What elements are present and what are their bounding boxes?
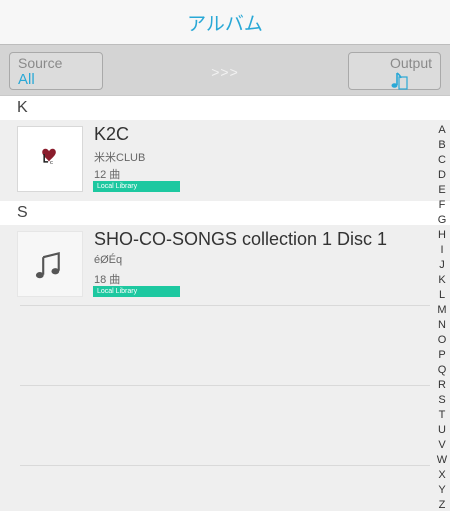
index-letter-n[interactable]: N — [434, 318, 450, 333]
section-letter: K — [17, 99, 28, 116]
album-row[interactable]: c K2C 米米CLUB 12 曲 Local Library — [0, 120, 430, 200]
album-artist: éØÉq — [94, 254, 123, 266]
index-letter-m[interactable]: M — [434, 303, 450, 318]
k2c-heart-logo-icon: c — [42, 148, 56, 166]
album-artist: 米米CLUB — [94, 152, 146, 164]
album-artwork: c — [17, 126, 83, 192]
index-letter-o[interactable]: O — [434, 333, 450, 348]
index-letter-q[interactable]: Q — [434, 363, 450, 378]
index-letter-t[interactable]: T — [434, 408, 450, 423]
section-index-bar[interactable]: A B C D E F G H I J K L M N O P Q R S T … — [434, 123, 450, 511]
music-note-icon — [35, 251, 60, 279]
section-header-k: K — [0, 96, 450, 120]
index-letter-h[interactable]: H — [434, 228, 450, 243]
index-letter-s[interactable]: S — [434, 393, 450, 408]
index-letter-p[interactable]: P — [434, 348, 450, 363]
index-letter-e[interactable]: E — [434, 183, 450, 198]
index-letter-r[interactable]: R — [434, 378, 450, 393]
album-row[interactable]: SHO-CO-SONGS collection 1 Disc 1 éØÉq 18… — [0, 225, 430, 305]
index-letter-y[interactable]: Y — [434, 483, 450, 498]
section-letter: S — [17, 204, 28, 221]
album-title: K2C — [94, 124, 130, 144]
album-track-count: 18 曲 — [94, 274, 121, 286]
index-letter-b[interactable]: B — [434, 138, 450, 153]
navigation-bar: アルバム — [0, 0, 450, 44]
index-letter-i[interactable]: I — [434, 243, 450, 258]
album-list[interactable]: K c K2C 米米CLUB 12 曲 Local Library S SHO-… — [0, 96, 450, 511]
index-letter-z[interactable]: Z — [434, 498, 450, 511]
index-letter-u[interactable]: U — [434, 423, 450, 438]
index-letter-a[interactable]: A — [434, 123, 450, 138]
album-title: SHO-CO-SONGS collection 1 Disc 1 — [94, 229, 388, 249]
svg-text:c: c — [50, 160, 53, 166]
index-letter-c[interactable]: C — [434, 153, 450, 168]
section-header-s: S — [0, 201, 450, 225]
row-divider — [20, 465, 430, 466]
row-divider — [20, 305, 430, 306]
index-letter-j[interactable]: J — [434, 258, 450, 273]
source-badge: Local Library — [93, 286, 180, 297]
index-letter-w[interactable]: W — [434, 453, 450, 468]
index-letter-g[interactable]: G — [434, 213, 450, 228]
album-artwork — [17, 231, 83, 297]
index-letter-k[interactable]: K — [434, 273, 450, 288]
source-output-bar: Source All >>> Output — [0, 44, 450, 96]
music-note-speaker-icon — [391, 72, 408, 90]
index-letter-f[interactable]: F — [434, 198, 450, 213]
index-letter-d[interactable]: D — [434, 168, 450, 183]
index-letter-x[interactable]: X — [434, 468, 450, 483]
output-button[interactable]: Output — [348, 52, 441, 90]
index-letter-v[interactable]: V — [434, 438, 450, 453]
page-title: アルバム — [187, 14, 263, 35]
album-track-count: 12 曲 — [94, 169, 121, 181]
output-label: Output — [389, 55, 432, 71]
index-letter-l[interactable]: L — [434, 288, 450, 303]
row-divider — [20, 385, 430, 386]
source-badge: Local Library — [93, 181, 180, 192]
